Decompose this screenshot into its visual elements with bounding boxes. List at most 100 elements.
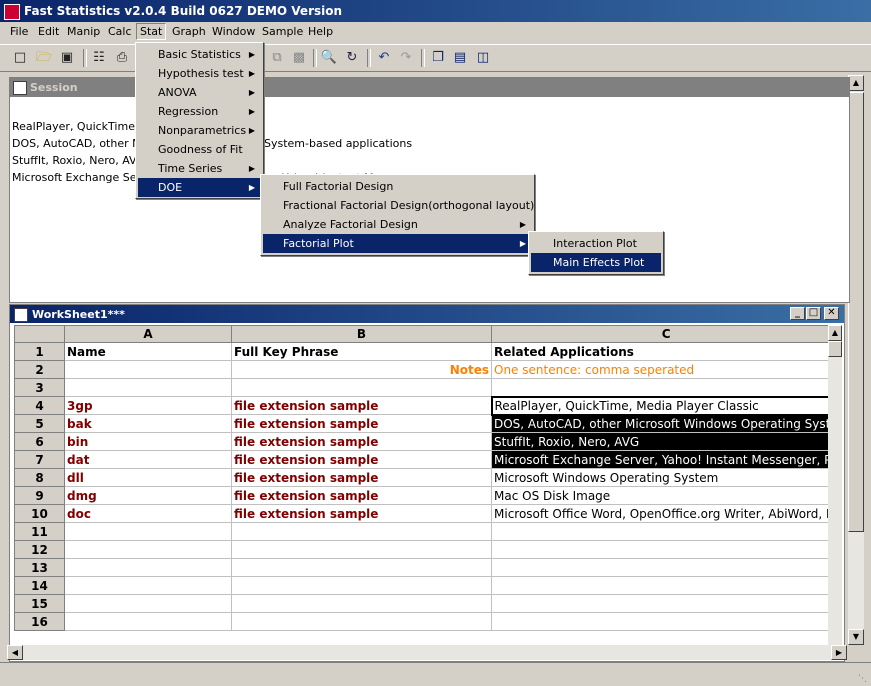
cell-c[interactable]: Microsoft Exchange Server, Yahoo! Instan… bbox=[490, 450, 842, 469]
cell-b[interactable]: file extension sample bbox=[231, 414, 492, 433]
close-icon[interactable]: ✕ bbox=[824, 307, 839, 320]
menu-manip[interactable]: Manip bbox=[67, 25, 100, 38]
cell-b[interactable]: file extension sample bbox=[231, 486, 492, 505]
cell-a[interactable]: 3gp bbox=[64, 396, 232, 415]
row-header[interactable]: 6 bbox=[14, 432, 65, 451]
menu-item-hypothesis-test[interactable]: Hypothesis test ▶ bbox=[138, 64, 261, 83]
cell-b[interactable] bbox=[231, 594, 492, 613]
worksheet-title-bar[interactable]: WorkSheet1*** _ □ ✕ bbox=[10, 305, 844, 323]
cell-b[interactable] bbox=[231, 558, 492, 577]
copy-icon[interactable]: ⧉ bbox=[268, 49, 286, 66]
menu-item-regression[interactable]: Regression ▶ bbox=[138, 102, 261, 121]
column-header-a[interactable]: A bbox=[64, 325, 232, 343]
cell-a[interactable] bbox=[64, 576, 232, 595]
replace-icon[interactable]: ↻ bbox=[343, 49, 361, 66]
cell-c[interactable] bbox=[490, 594, 842, 613]
menu-item-time-series[interactable]: Time Series ▶ bbox=[138, 159, 261, 178]
row-header[interactable]: 5 bbox=[14, 414, 65, 433]
cell-c[interactable] bbox=[490, 576, 842, 595]
row-header[interactable]: 8 bbox=[14, 468, 65, 487]
cell-c[interactable]: Microsoft Windows Operating System bbox=[490, 468, 842, 487]
horizontal-scrollbar[interactable]: ◀ ▶ bbox=[7, 645, 847, 660]
cell-a[interactable]: dmg bbox=[64, 486, 232, 505]
menu-item-main-effects-plot[interactable]: Main Effects Plot bbox=[531, 253, 661, 272]
row-header[interactable]: 7 bbox=[14, 450, 65, 469]
tile-vertical-icon[interactable]: ◫ bbox=[474, 49, 492, 66]
cell-a[interactable] bbox=[64, 558, 232, 577]
menu-calc[interactable]: Calc bbox=[108, 25, 132, 38]
cell-a[interactable]: bak bbox=[64, 414, 232, 433]
cell-b[interactable]: file extension sample bbox=[231, 468, 492, 487]
main-vertical-scrollbar[interactable]: ▲ ▼ bbox=[848, 75, 864, 645]
menu-item-anova[interactable]: ANOVA ▶ bbox=[138, 83, 261, 102]
cell-c[interactable]: Related Applications bbox=[490, 342, 842, 361]
scroll-down-icon[interactable]: ▼ bbox=[848, 629, 864, 645]
cell-a[interactable]: bin bbox=[64, 432, 232, 451]
new-file-icon[interactable]: □ bbox=[11, 49, 29, 66]
find-icon[interactable]: 🔍 bbox=[320, 49, 338, 66]
menu-item-nonparametrics[interactable]: Nonparametrics ▶ bbox=[138, 121, 261, 140]
menu-sample[interactable]: Sample bbox=[262, 25, 303, 38]
cascade-icon[interactable]: ❐ bbox=[429, 49, 447, 66]
scroll-thumb[interactable] bbox=[828, 341, 842, 357]
cell-c[interactable]: DOS, AutoCAD, other Microsoft Windows Op… bbox=[490, 414, 842, 433]
cell-b[interactable]: file extension sample bbox=[231, 504, 492, 523]
menu-item-doe[interactable]: DOE ▶ bbox=[138, 178, 261, 197]
row-header[interactable]: 13 bbox=[14, 558, 65, 577]
menu-help[interactable]: Help bbox=[308, 25, 333, 38]
cell-b[interactable] bbox=[231, 522, 492, 541]
redo-icon[interactable]: ↷ bbox=[397, 49, 415, 66]
cell-c[interactable] bbox=[490, 522, 842, 541]
properties-icon[interactable]: ☷ bbox=[90, 49, 108, 66]
cell-c[interactable]: RealPlayer, QuickTime, Media Player Clas… bbox=[490, 395, 842, 416]
tile-horizontal-icon[interactable]: ▤ bbox=[451, 49, 469, 66]
corner-cell[interactable] bbox=[14, 325, 65, 343]
cell-a[interactable]: Name bbox=[64, 342, 232, 361]
print-icon[interactable]: ⎙ bbox=[113, 49, 131, 66]
row-header[interactable]: 11 bbox=[14, 522, 65, 541]
cell-c[interactable] bbox=[490, 378, 842, 397]
scroll-right-icon[interactable]: ▶ bbox=[831, 645, 847, 660]
menu-window[interactable]: Window bbox=[212, 25, 255, 38]
cell-a[interactable] bbox=[64, 540, 232, 559]
cell-c[interactable]: StuffIt, Roxio, Nero, AVG bbox=[490, 432, 842, 451]
row-header[interactable]: 12 bbox=[14, 540, 65, 559]
menu-item-fractional-factorial-design[interactable]: Fractional Factorial Design(orthogonal l… bbox=[263, 196, 534, 215]
cell-a[interactable]: dat bbox=[64, 450, 232, 469]
menu-item-full-factorial-design[interactable]: Full Factorial Design bbox=[263, 177, 532, 196]
cell-c[interactable] bbox=[490, 540, 842, 559]
scroll-left-icon[interactable]: ◀ bbox=[7, 645, 23, 660]
worksheet-vertical-scrollbar[interactable]: ▲ bbox=[828, 325, 842, 645]
cell-a[interactable]: doc bbox=[64, 504, 232, 523]
cell-c[interactable]: Microsoft Office Word, OpenOffice.org Wr… bbox=[490, 504, 842, 523]
cell-a[interactable] bbox=[64, 378, 232, 397]
row-header[interactable]: 4 bbox=[14, 396, 65, 415]
cell-a[interactable]: dll bbox=[64, 468, 232, 487]
cell-c[interactable] bbox=[490, 612, 842, 631]
minimize-icon[interactable]: _ bbox=[790, 307, 805, 320]
undo-icon[interactable]: ↶ bbox=[375, 49, 393, 66]
scroll-up-icon[interactable]: ▲ bbox=[848, 75, 864, 91]
row-header[interactable]: 10 bbox=[14, 504, 65, 523]
cell-b[interactable]: Full Key Phrase bbox=[231, 342, 492, 361]
resize-grip-icon[interactable]: ⋱ bbox=[858, 674, 867, 684]
cell-a[interactable] bbox=[64, 522, 232, 541]
cell-b[interactable] bbox=[231, 540, 492, 559]
maximize-icon[interactable]: □ bbox=[806, 307, 821, 320]
row-header[interactable]: 14 bbox=[14, 576, 65, 595]
cell-b[interactable] bbox=[231, 378, 492, 397]
open-folder-icon[interactable]: 🗁 bbox=[35, 49, 53, 66]
cell-b[interactable] bbox=[231, 576, 492, 595]
menu-edit[interactable]: Edit bbox=[38, 25, 59, 38]
row-header[interactable]: 16 bbox=[14, 612, 65, 631]
menu-item-goodness-of-fit[interactable]: Goodness of Fit bbox=[138, 140, 261, 159]
cell-c[interactable]: Mac OS Disk Image bbox=[490, 486, 842, 505]
cell-b[interactable]: Notes bbox=[231, 360, 492, 379]
cell-b[interactable]: file extension sample bbox=[231, 396, 492, 415]
cell-b[interactable]: file extension sample bbox=[231, 450, 492, 469]
menu-item-factorial-plot[interactable]: Factorial Plot ▶ bbox=[263, 234, 532, 253]
paste-icon[interactable]: ▩ bbox=[290, 49, 308, 66]
column-header-b[interactable]: B bbox=[231, 325, 492, 343]
worksheet-grid[interactable]: A B C 1 Name Full Key Phrase Related App… bbox=[14, 325, 842, 631]
menu-file[interactable]: File bbox=[10, 25, 28, 38]
